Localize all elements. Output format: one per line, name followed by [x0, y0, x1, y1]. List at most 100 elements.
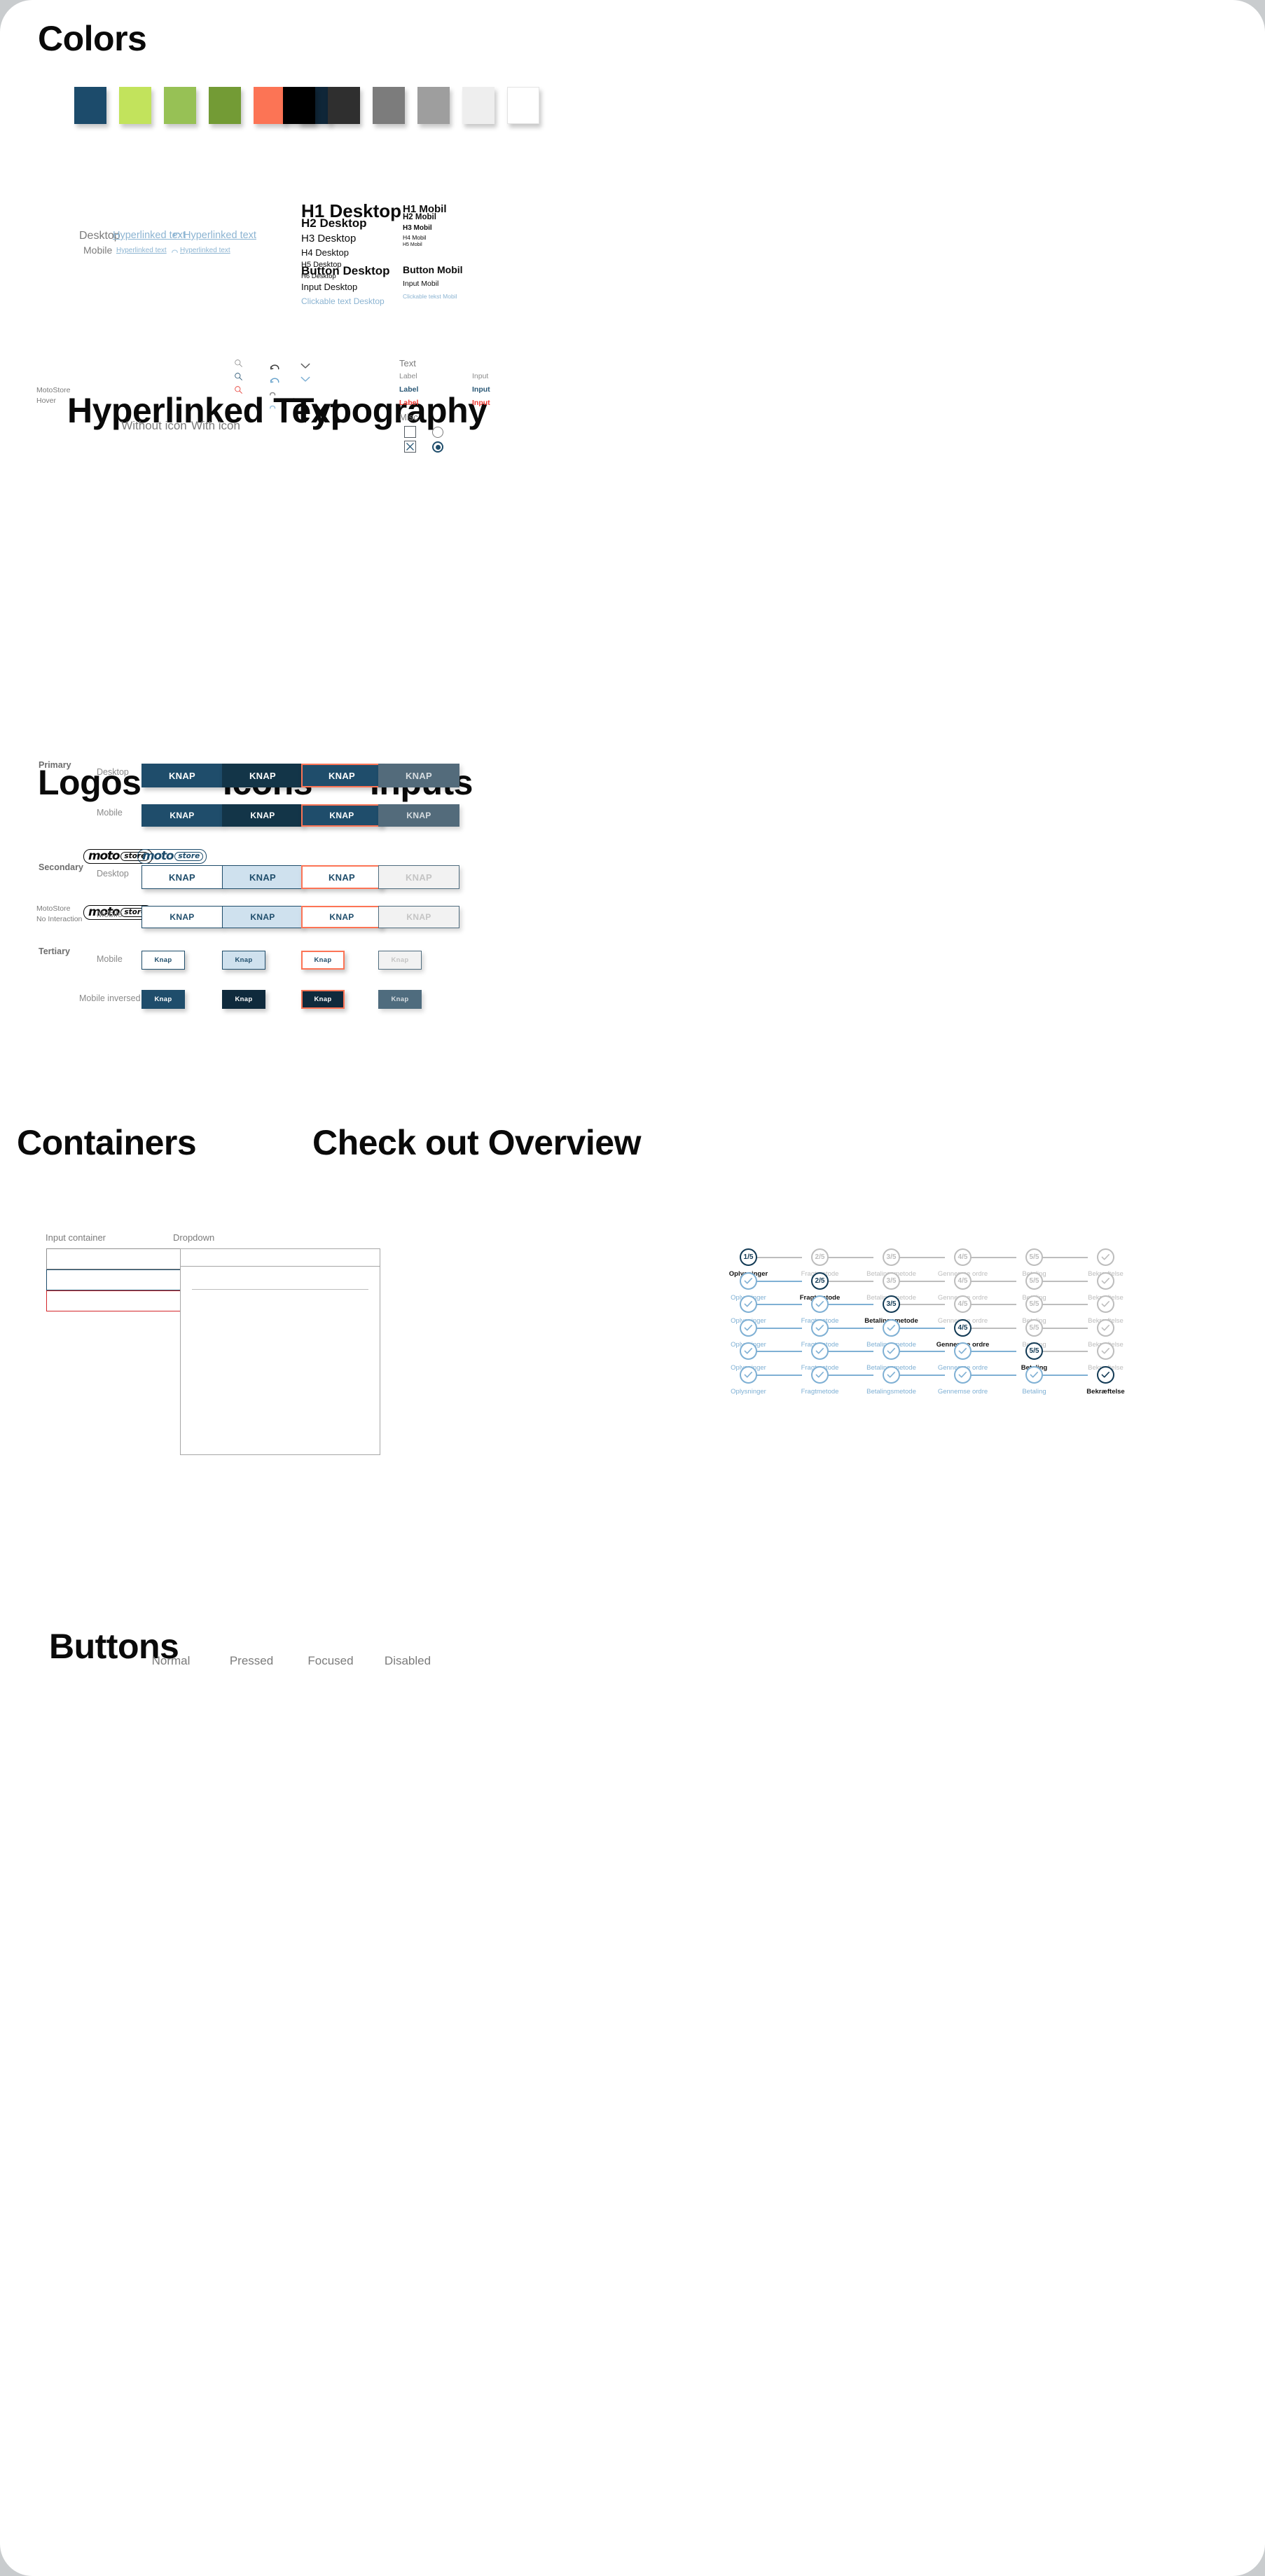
button-tertiary-mobile-normal[interactable]: Knap	[141, 951, 185, 970]
button-tert-inv-mobile-inversed-normal[interactable]: Knap	[141, 990, 185, 1009]
typography-button-desktop: Button Desktop	[301, 264, 390, 277]
color-swatch-white	[507, 87, 539, 124]
button-primary-desktop-focused[interactable]: KNAP	[301, 764, 382, 787]
checkbox-unchecked[interactable]	[404, 426, 416, 438]
button-primary-mobile-focused[interactable]: KNAP	[301, 804, 382, 827]
undo-icon-grey-small[interactable]	[269, 387, 277, 399]
stepper-node-6[interactable]	[1097, 1272, 1114, 1290]
stepper-node-4[interactable]: 4/5	[954, 1272, 972, 1290]
stepper-node-1[interactable]	[740, 1365, 757, 1384]
button-tert-inv-mobile-inversed-focused[interactable]: Knap	[301, 990, 345, 1009]
checkbox-checked-x[interactable]	[404, 441, 416, 453]
button-tert-inv-mobile-inversed-pressed[interactable]: Knap	[222, 990, 265, 1009]
stepper-node-4[interactable]	[954, 1365, 972, 1384]
stepper-node-5[interactable]: 5/5	[1025, 1248, 1043, 1266]
button-secondary-desktop-pressed[interactable]: KNAP	[222, 865, 303, 889]
input-value-filled: Input	[472, 385, 490, 394]
stepper-node-2[interactable]	[811, 1365, 829, 1384]
hyperlink-desktop-with-icon[interactable]: Hyperlinked text	[184, 230, 256, 241]
stepper-node-1[interactable]: 1/5	[740, 1248, 757, 1266]
stepper-label-5: Betaling	[1022, 1387, 1046, 1396]
stepper-node-2[interactable]: 2/5	[811, 1248, 829, 1266]
stepper-node-4[interactable]: 4/5	[954, 1318, 972, 1337]
logo-row-none-line2: No Interaction	[36, 915, 83, 924]
stepper-node-2[interactable]	[811, 1342, 829, 1360]
stepper-node-5[interactable]: 5/5	[1025, 1318, 1043, 1337]
stepper-node-2[interactable]	[811, 1318, 829, 1337]
stepper-node-3[interactable]	[883, 1342, 900, 1360]
logo-row-hover-line1: MotoStore	[36, 386, 71, 394]
button-column-header-disabled: Disabled	[384, 1654, 431, 1667]
button-secondary-mobile-normal[interactable]: KNAP	[141, 906, 223, 928]
stepper-node-3[interactable]	[883, 1318, 900, 1337]
typography-clickable-text-desktop: Clickable text Desktop	[301, 296, 385, 306]
stepper-node-3[interactable]: 3/5	[883, 1248, 900, 1266]
search-icon-grey[interactable]	[234, 359, 243, 371]
section-title-typography: Typography	[293, 391, 488, 430]
undo-icon-blue-small[interactable]	[269, 400, 277, 413]
undo-icon-dark[interactable]	[269, 360, 281, 373]
stepper-node-5[interactable]: 5/5	[1025, 1295, 1043, 1313]
dropdown-expanded[interactable]	[180, 1266, 380, 1455]
input-value-error: Input	[472, 399, 490, 407]
stepper-node-2[interactable]	[811, 1295, 829, 1313]
stepper-node-1[interactable]	[740, 1342, 757, 1360]
stepper-node-2[interactable]: 2/5	[811, 1272, 829, 1290]
input-label-error: Label	[399, 399, 419, 407]
button-column-header-focused: Focused	[307, 1654, 354, 1667]
stepper-node-4[interactable]: 4/5	[954, 1295, 972, 1313]
logo-row-hover-line2: Hover	[36, 397, 57, 406]
button-primary-mobile-normal[interactable]: KNAP	[141, 804, 223, 827]
button-variant-label-3: Mobile	[97, 909, 123, 919]
stepper-node-3[interactable]: 3/5	[883, 1295, 900, 1313]
radio-unchecked[interactable]	[432, 427, 443, 438]
button-secondary-mobile-pressed[interactable]: KNAP	[222, 906, 303, 928]
hyperlink-mobile-with-icon[interactable]: Hyperlinked text	[180, 247, 230, 254]
stepper-label-2: Fragtmetode	[801, 1387, 839, 1396]
stepper-node-6[interactable]	[1097, 1342, 1114, 1360]
color-swatch-light-grey	[462, 87, 495, 124]
stepper-node-3[interactable]	[883, 1365, 900, 1384]
design-system-page: Colors Hyperlinked Text Without icon Wit…	[0, 0, 1265, 2576]
button-primary-mobile-pressed[interactable]: KNAP	[222, 804, 303, 827]
chevron-down-icon-grey[interactable]	[300, 360, 310, 373]
stepper-node-1[interactable]	[740, 1318, 757, 1337]
search-icon-navy[interactable]	[234, 372, 243, 385]
stepper-node-5[interactable]: 5/5	[1025, 1342, 1043, 1360]
radio-checked[interactable]	[432, 441, 443, 453]
logo-motostore-blue-hover[interactable]: moto store	[137, 849, 207, 864]
button-tertiary-mobile-focused[interactable]: Knap	[301, 951, 345, 970]
containers-dropdown-label: Dropdown	[173, 1232, 215, 1243]
typography-h2-desktop: H2 Desktop	[301, 216, 367, 230]
stepper-node-6[interactable]	[1097, 1295, 1114, 1313]
stepper-node-5[interactable]: 5/5	[1025, 1272, 1043, 1290]
button-primary-desktop-pressed[interactable]: KNAP	[222, 764, 303, 787]
stepper-node-1[interactable]	[740, 1272, 757, 1290]
chevron-down-icon-blue[interactable]	[300, 373, 310, 386]
stepper-node-3[interactable]: 3/5	[883, 1272, 900, 1290]
stepper-label-6: Bekræftelse	[1086, 1387, 1125, 1396]
typography-h4-mobil: H4 Mobil	[403, 233, 427, 241]
dropdown-divider	[192, 1289, 368, 1290]
stepper-label-1: Oplysninger	[731, 1387, 766, 1396]
button-secondary-mobile-focused[interactable]: KNAP	[301, 906, 382, 928]
button-secondary-desktop-focused[interactable]: KNAP	[301, 865, 382, 889]
search-icon-red[interactable]	[234, 385, 243, 398]
stepper-node-4[interactable]	[954, 1342, 972, 1360]
button-tertiary-mobile-pressed[interactable]: Knap	[222, 951, 265, 970]
button-variant-label-1: Mobile	[97, 808, 123, 818]
stepper-node-6[interactable]	[1097, 1318, 1114, 1337]
button-variant-label-0: Desktop	[97, 767, 129, 777]
stepper-node-4[interactable]: 4/5	[954, 1248, 972, 1266]
button-primary-desktop-normal[interactable]: KNAP	[141, 764, 223, 787]
undo-icon-blue[interactable]	[269, 373, 281, 387]
button-secondary-desktop-normal[interactable]: KNAP	[141, 865, 223, 889]
color-swatch-mid-grey	[417, 87, 450, 124]
stepper-node-1[interactable]	[740, 1295, 757, 1313]
stepper-node-5[interactable]	[1025, 1365, 1043, 1384]
button-tertiary-mobile-disabled: Knap	[378, 951, 422, 970]
hyperlink-col-with-icon: With icon	[191, 419, 240, 432]
hyperlink-mobile-no-icon[interactable]: Hyperlinked text	[116, 247, 167, 254]
stepper-node-6[interactable]	[1097, 1365, 1114, 1384]
stepper-node-6[interactable]	[1097, 1248, 1114, 1266]
